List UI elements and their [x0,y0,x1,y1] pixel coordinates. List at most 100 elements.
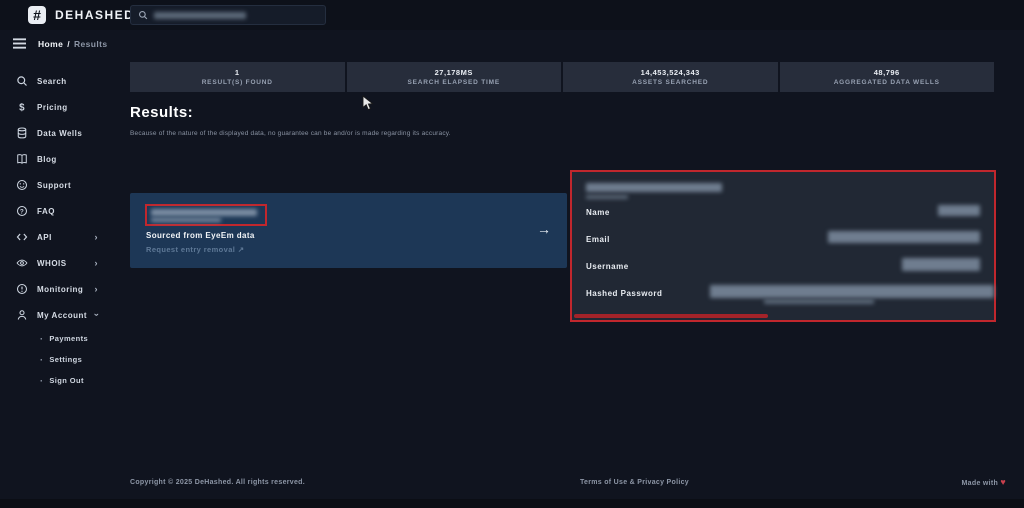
redacted-username-value [902,258,980,271]
sidebar-nav: Search $ Pricing Data Wells Blog Support… [0,68,124,391]
dollar-icon: $ [19,102,25,113]
sidebar-item-support[interactable]: Support [0,172,124,198]
footer-copyright: Copyright © 2025 DeHashed. All rights re… [130,479,305,486]
footer-terms-privacy-link[interactable]: Terms of Use & Privacy Policy [580,479,689,486]
sidebar-item-settings[interactable]: · Settings [0,349,124,370]
top-bar: # DEHASHED [0,0,1024,30]
redacted-email-value [828,231,980,243]
stat-results-found: 1 RESULT(S) FOUND [130,62,345,92]
mouse-cursor [362,95,374,111]
sidebar-item-label: Data Wells [37,128,83,138]
request-removal-link[interactable]: Request entry removal ↗ [146,245,244,254]
sidebar-item-payments[interactable]: · Payments [0,328,124,349]
stat-label: SEARCH ELAPSED TIME [407,79,500,86]
stat-elapsed-time: 27,178MS SEARCH ELAPSED TIME [346,62,561,92]
field-label-email: Email [586,235,610,244]
sidebar-item-label: WHOIS [37,258,67,268]
alert-circle-icon [16,283,28,295]
sidebar-item-sign-out[interactable]: · Sign Out [0,370,124,391]
eye-icon [16,259,28,267]
sidebar-item-faq[interactable]: ? FAQ [0,198,124,224]
stat-assets-searched: 14,453,524,343 ASSETS SEARCHED [563,62,778,92]
sidebar-item-label: Monitoring [37,284,84,294]
sidebar-item-api[interactable]: API › [0,224,124,250]
sidebar-item-blog[interactable]: Blog [0,146,124,172]
redacted-entry-subtitle [586,195,628,199]
breadcrumb-row: Home / Results [0,30,1024,58]
sidebar-item-label: API [37,232,52,242]
stat-label: RESULT(S) FOUND [201,79,273,86]
stat-label: AGGREGATED DATA WELLS [833,79,940,86]
result-source-label: Sourced from EyeEm data [146,231,255,240]
svg-text:$: $ [19,102,25,113]
sidebar-item-label: My Account [37,310,88,320]
field-label-hashed-password: Hashed Password [586,289,663,298]
redacted-hash-value [764,299,874,304]
stat-value: 1 [234,68,240,77]
sidebar-item-data-wells[interactable]: Data Wells [0,120,124,146]
redacted-hash-value [710,285,994,298]
stat-data-wells: 48,796 AGGREGATED DATA WELLS [779,62,994,92]
dehashed-app: # DEHASHED Home / Results Search $ Prici… [0,0,1024,508]
code-brackets-icon [16,233,28,241]
request-removal-text: Request entry removal [146,245,236,254]
result-card[interactable]: Sourced from EyeEm data Request entry re… [130,193,567,268]
field-label-name: Name [586,208,610,217]
result-detail-panel: Name Email Username Hashed Password [570,170,996,322]
heart-icon: ♥ [1000,477,1006,487]
footer-made-with: Made with ♥ [962,477,1006,487]
made-with-text: Made with [961,480,999,487]
bullet-icon: · [40,333,44,344]
brand-title: DEHASHED [55,8,135,22]
menu-icon[interactable] [12,37,27,50]
sidebar-item-label: Pricing [37,102,68,112]
redacted-name-value [938,205,980,216]
stat-value: 48,796 [873,68,900,77]
breadcrumb-home-link[interactable]: Home [38,39,63,49]
redacted-email-line [151,209,257,216]
redacted-entry-title [586,183,722,192]
sidebar-item-my-account[interactable]: My Account › [0,302,124,328]
book-icon [17,154,27,164]
sidebar-item-label: Settings [49,355,83,364]
sidebar-item-label: Search [37,76,67,86]
stat-value: 27,178MS [434,68,473,77]
results-disclaimer: Because of the nature of the displayed d… [130,130,451,137]
sidebar-item-label: Support [37,180,72,190]
breadcrumb-current: Results [73,39,108,49]
search-icon [17,76,27,86]
sidebar-item-search[interactable]: Search [0,68,124,94]
stat-label: ASSETS SEARCHED [632,79,709,86]
sidebar-item-monitoring[interactable]: Monitoring › [0,276,124,302]
sidebar-item-pricing[interactable]: $ Pricing [0,94,124,120]
chevron-down-icon: › [91,313,102,317]
chevron-right-icon: › [94,232,98,242]
chevron-right-icon: › [94,284,98,294]
smiley-icon [16,179,28,191]
bullet-icon: · [40,354,44,365]
search-input[interactable] [130,5,326,25]
redaction-highlight-box [145,204,267,226]
open-result-arrow-icon[interactable]: → [537,221,551,237]
sidebar-item-label: Sign Out [49,376,84,385]
page-title: Results: [130,104,194,121]
external-link-icon: ↗ [237,245,245,254]
dehashed-logo-icon: # [28,6,46,24]
sidebar-item-label: FAQ [37,206,55,216]
stat-value: 14,453,524,343 [640,68,700,77]
stats-bar: 1 RESULT(S) FOUND 27,178MS SEARCH ELAPSE… [130,62,994,92]
sidebar-item-label: Blog [37,154,57,164]
sidebar-item-label: Payments [49,334,89,343]
horizontal-scrollbar[interactable] [574,314,768,318]
breadcrumb: Home / Results [38,39,108,49]
person-icon [17,310,27,320]
chevron-right-icon: › [94,258,98,268]
breadcrumb-separator: / [67,39,70,49]
bullet-icon: · [40,375,44,386]
bottom-edge-strip [0,499,1024,508]
search-query-redacted [154,11,246,19]
field-label-username: Username [586,262,629,271]
question-circle-icon: ? [16,205,28,217]
svg-text:?: ? [20,208,24,215]
sidebar-item-whois[interactable]: WHOIS › [0,250,124,276]
